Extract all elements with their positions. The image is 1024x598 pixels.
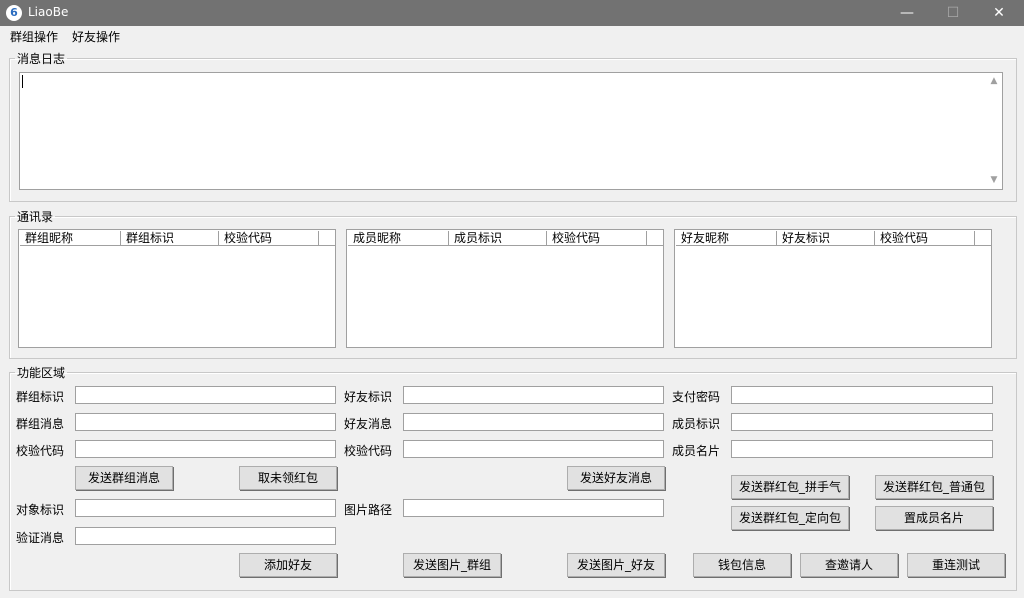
target-id-input[interactable] bbox=[75, 499, 336, 517]
set-member-card-button[interactable]: 置成员名片 bbox=[875, 506, 993, 530]
column-header[interactable]: 群组标识 bbox=[121, 231, 219, 246]
scroll-down-arrow-icon[interactable]: ▼ bbox=[988, 175, 1000, 187]
add-friend-button[interactable]: 添加好友 bbox=[239, 553, 337, 577]
send-group-red-packet-lucky-button[interactable]: 发送群红包_拼手气 bbox=[731, 475, 849, 499]
send-image-group-button[interactable]: 发送图片_群组 bbox=[403, 553, 501, 577]
maximize-button[interactable]: ☐ bbox=[930, 0, 976, 26]
group-check-code-input[interactable] bbox=[75, 440, 336, 458]
scroll-up-arrow-icon[interactable]: ▲ bbox=[988, 76, 1000, 88]
message-log-textarea[interactable]: ▲ ▼ bbox=[19, 72, 1003, 190]
column-header[interactable]: 校验代码 bbox=[547, 231, 647, 246]
verify-message-label: 验证消息 bbox=[16, 531, 65, 545]
friend-message-label: 好友消息 bbox=[344, 417, 393, 431]
message-log-legend: 消息日志 bbox=[17, 52, 66, 66]
column-header[interactable]: 好友标识 bbox=[777, 231, 875, 246]
image-path-label: 图片路径 bbox=[344, 503, 393, 517]
column-header-filler bbox=[647, 231, 664, 246]
column-header[interactable]: 校验代码 bbox=[875, 231, 975, 246]
app-logo-icon: 6 bbox=[6, 5, 22, 21]
pay-password-input[interactable] bbox=[731, 386, 993, 404]
friend-check-code-input[interactable] bbox=[403, 440, 664, 458]
member-id-input[interactable] bbox=[731, 413, 993, 431]
title-bar: 6 LiaoBe — ☐ ✕ bbox=[0, 0, 1024, 26]
friends-listview[interactable]: 好友昵称 好友标识 校验代码 bbox=[674, 229, 992, 348]
send-image-friend-button[interactable]: 发送图片_好友 bbox=[567, 553, 665, 577]
function-area-legend: 功能区域 bbox=[17, 366, 66, 380]
group-message-label: 群组消息 bbox=[16, 417, 65, 431]
column-header[interactable]: 成员标识 bbox=[449, 231, 547, 246]
column-header[interactable]: 好友昵称 bbox=[676, 231, 777, 246]
send-group-message-button[interactable]: 发送群组消息 bbox=[75, 466, 173, 490]
group-check-code-label: 校验代码 bbox=[16, 444, 65, 458]
column-header[interactable]: 校验代码 bbox=[219, 231, 319, 246]
get-unclaimed-red-packet-button[interactable]: 取未领红包 bbox=[239, 466, 337, 490]
member-card-input[interactable] bbox=[731, 440, 993, 458]
menu-group-operations[interactable]: 群组操作 bbox=[10, 28, 58, 45]
minimize-button[interactable]: — bbox=[884, 0, 930, 26]
column-header-filler bbox=[975, 231, 992, 246]
menu-friend-operations[interactable]: 好友操作 bbox=[72, 28, 120, 45]
text-caret bbox=[22, 75, 23, 88]
reconnect-test-button[interactable]: 重连测试 bbox=[907, 553, 1005, 577]
group-message-input[interactable] bbox=[75, 413, 336, 431]
send-group-red-packet-directed-button[interactable]: 发送群红包_定向包 bbox=[731, 506, 849, 530]
column-header[interactable]: 成员昵称 bbox=[348, 231, 449, 246]
group-id-label: 群组标识 bbox=[16, 390, 65, 404]
verify-message-input[interactable] bbox=[75, 527, 336, 545]
window-title: LiaoBe bbox=[28, 5, 69, 19]
friend-id-input[interactable] bbox=[403, 386, 664, 404]
image-path-input[interactable] bbox=[403, 499, 664, 517]
friend-id-label: 好友标识 bbox=[344, 390, 393, 404]
target-id-label: 对象标识 bbox=[16, 503, 65, 517]
friend-message-input[interactable] bbox=[403, 413, 664, 431]
pay-password-label: 支付密码 bbox=[672, 390, 721, 404]
send-group-red-packet-normal-button[interactable]: 发送群红包_普通包 bbox=[875, 475, 993, 499]
send-friend-message-button[interactable]: 发送好友消息 bbox=[567, 466, 665, 490]
groups-listview[interactable]: 群组昵称 群组标识 校验代码 bbox=[18, 229, 336, 348]
member-card-label: 成员名片 bbox=[672, 444, 721, 458]
column-header[interactable]: 群组昵称 bbox=[20, 231, 121, 246]
contacts-legend: 通讯录 bbox=[17, 210, 54, 224]
group-id-input[interactable] bbox=[75, 386, 336, 404]
close-button[interactable]: ✕ bbox=[976, 0, 1022, 26]
column-header-filler bbox=[319, 231, 336, 246]
members-listview[interactable]: 成员昵称 成员标识 校验代码 bbox=[346, 229, 664, 348]
menu-bar: 群组操作 好友操作 bbox=[0, 26, 1024, 44]
query-inviter-button[interactable]: 查邀请人 bbox=[800, 553, 898, 577]
friend-check-code-label: 校验代码 bbox=[344, 444, 393, 458]
member-id-label: 成员标识 bbox=[672, 417, 721, 431]
wallet-info-button[interactable]: 钱包信息 bbox=[693, 553, 791, 577]
